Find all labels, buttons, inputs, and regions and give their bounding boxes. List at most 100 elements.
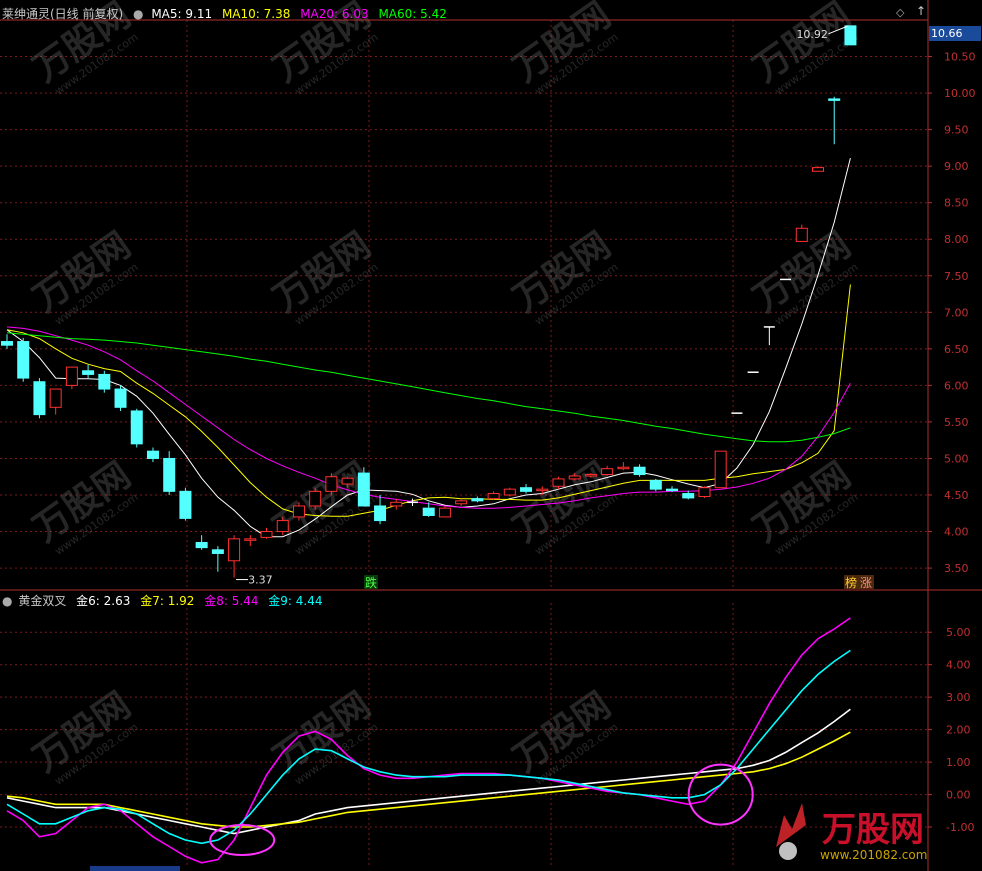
y-tick-label: 7.00 <box>944 306 969 319</box>
indicator-title[interactable]: 黄金双叉 <box>18 594 66 608</box>
candle <box>82 364 95 379</box>
sub-header: ● 黄金双叉 金6: 2.63 金7: 1.92 金8: 5.44 金9: 4.… <box>2 592 329 609</box>
candle-body <box>244 538 257 541</box>
candle <box>795 224 808 242</box>
y-tick-label: 4.00 <box>946 659 971 672</box>
candle <box>1 334 13 349</box>
watermark-tile: 万股网www.201082.com <box>506 685 620 788</box>
candle <box>812 166 824 172</box>
cross-circle <box>209 824 276 857</box>
watermark-tile: 万股网www.201082.com <box>26 455 140 558</box>
watermark-tile: 万股网www.201082.com <box>26 225 140 328</box>
watermark-tile: 万股网www.201082.com <box>506 0 620 98</box>
y-tick-label: 9.00 <box>944 160 969 173</box>
candle <box>455 498 468 506</box>
candle-body <box>471 498 484 502</box>
chart-title[interactable]: 莱绅通灵(日线 前复权) <box>2 7 123 21</box>
candle <box>357 467 370 507</box>
logo-url-text: www.201082.com <box>820 848 927 862</box>
diamond-icon[interactable]: ◇ <box>896 6 904 19</box>
candle-body <box>601 468 614 476</box>
candle-body <box>357 472 370 507</box>
watermark-tile: 万股网www.201082.com <box>506 225 620 328</box>
candle <box>438 505 451 518</box>
candle <box>98 370 111 393</box>
main-header: 莱绅通灵(日线 前复权) ● MA5: 9.11 MA10: 7.38 MA20… <box>2 5 453 22</box>
candle <box>844 25 857 46</box>
indicator-line-2 <box>6 617 851 864</box>
candle-body <box>130 410 143 445</box>
candle <box>828 96 841 145</box>
chart-svg: 万股网www.201082.com 万股网www.201082.com 万股网www… <box>0 0 982 871</box>
candle <box>17 337 30 382</box>
candle-body <box>163 457 176 492</box>
tag-fall: 跌 <box>365 575 377 590</box>
gold7-label: 金7: 1.92 <box>140 594 195 608</box>
candle <box>503 487 516 497</box>
candle-body <box>33 381 46 416</box>
y-tick-label: 8.50 <box>944 197 969 210</box>
candle <box>520 484 533 494</box>
candle <box>130 408 143 448</box>
y-tick-label: 2.00 <box>946 724 971 737</box>
candle <box>325 473 338 495</box>
candle <box>163 451 176 495</box>
candle <box>49 388 62 415</box>
y-tick-label: 4.50 <box>944 489 969 502</box>
low-label: 3.37 <box>248 574 273 587</box>
candle-body <box>309 490 322 507</box>
pin-icon[interactable]: ↑ <box>916 4 926 18</box>
candle-body <box>260 531 273 538</box>
candle-body <box>666 488 679 492</box>
ma10-label: MA10: 7.38 <box>221 7 291 21</box>
candle <box>114 385 127 411</box>
high-label: 10.92 <box>796 28 828 41</box>
candle-body <box>374 505 387 522</box>
y-tick-label: 5.00 <box>946 626 971 639</box>
candle-body <box>292 505 305 518</box>
candle-body <box>487 493 500 500</box>
candle <box>763 326 775 346</box>
gold6-label: 金6: 2.63 <box>76 594 131 608</box>
ma20-label: MA20: 6.03 <box>300 7 369 21</box>
candle-body <box>617 466 630 470</box>
y-tick-label: 7.50 <box>944 270 969 283</box>
candle <box>309 487 322 510</box>
candle-body <box>536 488 549 492</box>
candle-body <box>698 487 711 497</box>
candle <box>487 491 500 501</box>
y-tick-label: 5.00 <box>944 452 969 465</box>
candle <box>195 535 208 550</box>
candle-body <box>65 366 78 386</box>
y-tick-label: 10.50 <box>944 51 976 64</box>
candle-body <box>276 520 289 533</box>
settings-icon[interactable]: ● <box>133 7 143 21</box>
candle <box>617 462 630 471</box>
y-tick-label: 3.50 <box>944 562 969 575</box>
candle-body <box>49 388 62 408</box>
candle-body <box>146 450 159 459</box>
candle <box>698 486 711 498</box>
tag-rise: 涨 <box>860 575 872 590</box>
candle-body <box>568 475 581 480</box>
candle <box>714 450 727 489</box>
gold9-label: 金9: 4.44 <box>268 594 323 608</box>
chart-window: { "main_header": { "title": "莱绅通灵(日线 前复权… <box>0 0 982 871</box>
watermark-tile: 万股网www.201082.com <box>746 0 860 98</box>
y-tick-label: 10.00 <box>944 87 976 100</box>
candle <box>649 478 662 492</box>
candle <box>244 535 257 547</box>
logo-brand-text: 万股网 <box>822 810 924 850</box>
candle-body <box>795 227 808 242</box>
candle <box>633 464 646 477</box>
candle <box>228 535 241 578</box>
candle-body <box>649 479 662 490</box>
candle <box>260 527 273 539</box>
watermark-tile: 万股网www.201082.com <box>746 455 860 558</box>
candle-body <box>844 25 857 46</box>
candle-body <box>520 487 533 492</box>
indicator-line-3 <box>6 649 851 845</box>
settings-icon[interactable]: ● <box>2 594 12 608</box>
candle-body <box>682 493 695 499</box>
candle-body <box>633 466 646 476</box>
